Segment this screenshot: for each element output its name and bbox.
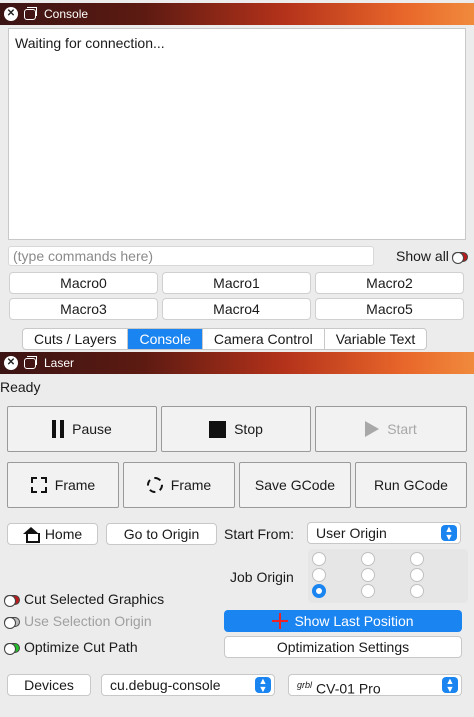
job-origin-label: Job Origin xyxy=(230,569,294,585)
origin-top-left-radio[interactable] xyxy=(312,552,326,566)
float-window-icon[interactable] xyxy=(24,6,37,20)
frame-circle-icon xyxy=(146,477,163,493)
float-window-icon[interactable] xyxy=(24,355,37,369)
play-icon xyxy=(365,421,380,437)
macro-3-button[interactable]: Macro3 xyxy=(9,298,158,320)
home-label: Home xyxy=(44,526,83,542)
console-output: Waiting for connection... xyxy=(8,28,466,240)
start-from-label: Start From: xyxy=(224,526,295,542)
home-button[interactable]: Home xyxy=(7,523,98,545)
chevron-updown-icon: ▲ ▼ xyxy=(442,677,458,694)
cut-selected-label: Cut Selected Graphics xyxy=(24,591,165,607)
laser-titlebar[interactable]: ✕ Laser xyxy=(0,352,474,374)
optimize-cut-path-label: Optimize Cut Path xyxy=(24,639,138,655)
frame-rect-icon xyxy=(30,477,47,493)
stop-button[interactable]: Stop xyxy=(161,406,311,452)
pause-button[interactable]: Pause xyxy=(7,406,157,452)
origin-bottom-left-radio[interactable] xyxy=(312,584,326,598)
go-to-origin-button[interactable]: Go to Origin xyxy=(106,523,217,545)
devices-button[interactable]: Devices xyxy=(7,674,91,696)
macro-5-button[interactable]: Macro5 xyxy=(315,298,464,320)
show-last-position-button[interactable]: Show Last Position xyxy=(224,610,462,632)
cut-selected-graphics-toggle[interactable]: Cut Selected Graphics xyxy=(4,591,164,607)
panel-tabs: Cuts / Layers Console Camera Control Var… xyxy=(22,328,428,350)
crosshair-icon xyxy=(272,613,289,629)
stop-label: Stop xyxy=(234,421,263,437)
show-all-toggle[interactable] xyxy=(452,252,468,264)
device-select[interactable]: grbl CV-01 Pro ▲ ▼ xyxy=(288,674,462,697)
tab-cuts-layers[interactable]: Cuts / Layers xyxy=(23,329,129,349)
origin-top-right-radio[interactable] xyxy=(410,552,424,566)
frame-round-button[interactable]: Frame xyxy=(123,462,235,508)
pause-label: Pause xyxy=(72,421,112,437)
optimize-cut-path-switch[interactable] xyxy=(4,643,20,655)
frame-round-label: Frame xyxy=(170,477,212,493)
show-all-label: Show all xyxy=(396,248,449,264)
show-last-position-label: Show Last Position xyxy=(294,613,414,629)
console-window-title: Console xyxy=(44,7,89,21)
start-button[interactable]: Start xyxy=(315,406,467,452)
pause-icon xyxy=(52,420,65,438)
cut-selected-switch[interactable] xyxy=(4,595,20,607)
start-from-value: User Origin xyxy=(316,525,387,541)
start-label: Start xyxy=(387,421,417,437)
console-titlebar[interactable]: ✕ Console xyxy=(0,3,474,25)
chevron-updown-icon: ▲ ▼ xyxy=(441,525,457,542)
run-gcode-button[interactable]: Run GCode xyxy=(355,462,467,508)
optimization-settings-button[interactable]: Optimization Settings xyxy=(224,636,462,658)
start-from-select[interactable]: User Origin ▲ ▼ xyxy=(307,522,461,544)
origin-middle-left-radio[interactable] xyxy=(312,568,326,582)
origin-middle-right-radio[interactable] xyxy=(410,568,424,582)
device-value: CV-01 Pro xyxy=(316,680,381,697)
show-all-toggle-row[interactable]: Show all xyxy=(396,248,468,264)
frame-rect-button[interactable]: Frame xyxy=(7,462,119,508)
stop-icon xyxy=(209,420,227,438)
close-icon[interactable]: ✕ xyxy=(4,7,18,21)
close-icon[interactable]: ✕ xyxy=(4,356,18,370)
tab-camera-control[interactable]: Camera Control xyxy=(203,329,325,349)
optimize-cut-path-toggle[interactable]: Optimize Cut Path xyxy=(4,639,138,655)
origin-bottom-center-radio[interactable] xyxy=(361,584,375,598)
origin-top-center-radio[interactable] xyxy=(361,552,375,566)
port-value: cu.debug-console xyxy=(110,677,221,693)
tab-console[interactable]: Console xyxy=(128,329,203,349)
grbl-logo: grbl xyxy=(297,680,313,690)
macro-0-button[interactable]: Macro0 xyxy=(9,272,158,294)
frame-rect-label: Frame xyxy=(54,477,96,493)
laser-window-title: Laser xyxy=(44,356,75,370)
home-icon xyxy=(22,527,40,543)
laser-status: Ready xyxy=(0,379,41,395)
origin-center-radio[interactable] xyxy=(361,568,375,582)
macro-4-button[interactable]: Macro4 xyxy=(162,298,311,320)
use-selection-origin-switch[interactable] xyxy=(4,617,20,629)
job-origin-grid xyxy=(308,549,468,603)
origin-bottom-right-radio[interactable] xyxy=(410,584,424,598)
macro-2-button[interactable]: Macro2 xyxy=(315,272,464,294)
chevron-updown-icon: ▲ ▼ xyxy=(255,677,271,694)
command-input[interactable] xyxy=(8,246,374,266)
save-gcode-button[interactable]: Save GCode xyxy=(239,462,351,508)
console-output-text: Waiting for connection... xyxy=(15,35,165,51)
port-select[interactable]: cu.debug-console ▲ ▼ xyxy=(101,674,275,696)
tab-variable-text[interactable]: Variable Text xyxy=(325,329,427,349)
use-selection-origin-label: Use Selection Origin xyxy=(24,613,152,629)
use-selection-origin-toggle[interactable]: Use Selection Origin xyxy=(4,613,152,629)
macro-1-button[interactable]: Macro1 xyxy=(162,272,311,294)
